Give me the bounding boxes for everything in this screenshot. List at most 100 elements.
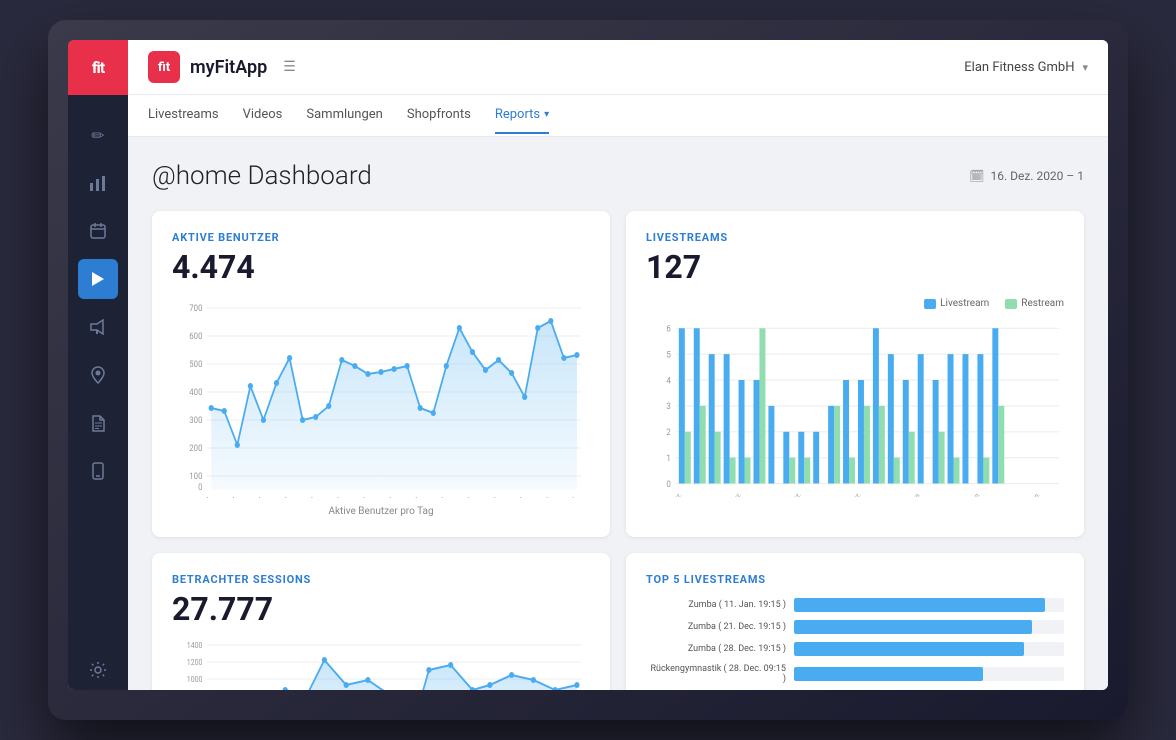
svg-text:3. Jan.: 3. Jan. [430,493,448,498]
legend-livestream: Livestream [924,298,989,309]
svg-text:1200: 1200 [187,658,203,668]
svg-text:300: 300 [189,416,202,427]
calendar-icon: 🗓 [969,169,984,183]
legend-restream-label: Restream [1021,298,1064,309]
tab-livestreams[interactable]: Livestreams [148,97,219,134]
app-name: myFitApp [190,57,267,78]
settings-icon[interactable] [78,650,118,690]
livestreams-value: 127 [646,248,1064,286]
svg-text:400: 400 [189,388,202,399]
calendar-icon[interactable] [78,211,118,251]
svg-text:30. Dez.: 30. Dez. [375,493,396,498]
svg-text:28. Dez.: 28. Dez. [349,493,370,498]
svg-text:1400: 1400 [187,641,203,651]
megaphone-icon[interactable] [78,307,118,347]
tab-reports[interactable]: Reports ▾ [495,97,549,134]
svg-text:20. Dez.: 20. Dez. [244,493,265,498]
svg-text:5. Jan.: 5. Jan. [964,490,982,497]
svg-text:16. Dez.: 16. Dez. [663,490,684,497]
location-icon[interactable] [78,355,118,395]
aktive-benutzer-value: 4.474 [172,248,590,286]
svg-text:700: 700 [189,304,202,315]
svg-text:1000: 1000 [187,675,203,685]
tab-videos[interactable]: Videos [243,97,283,134]
hbar-row-4: Rückengymnastik ( 28. Dec. 09:15 ) [646,664,1064,684]
nav-tabs: Livestreams Videos Sammlungen Shopfronts… [128,95,1108,137]
hbar-row-1: Zumba ( 11. Jan. 19:15 ) [646,598,1064,612]
legend-livestream-color [924,299,936,309]
svg-text:11. Jan.: 11. Jan. [532,493,553,498]
svg-text:24. Dez.: 24. Dez. [296,493,317,498]
svg-text:0: 0 [198,483,203,494]
livestreams-card: LIVESTREAMS 127 Livestream Restream [626,211,1084,537]
play-icon[interactable] [78,259,118,299]
header: fit myFitApp ☰ Elan Fitness GmbH ▾ [128,40,1108,95]
svg-text:26. Dez.: 26. Dez. [322,493,343,498]
betrachter-value: 27.777 [172,590,590,628]
hbar-bar-2 [794,620,1032,634]
svg-text:16. Dez.: 16. Dez. [192,493,213,498]
svg-text:200: 200 [189,444,202,455]
hamburger-icon[interactable]: ☰ [283,59,296,75]
hbar-label-4: Rückengymnastik ( 28. Dec. 09:15 ) [646,664,786,684]
aktive-benutzer-chart-label: Aktive Benutzer pro Tag [172,506,590,517]
svg-text:20. Dez.: 20. Dez. [722,490,743,497]
svg-text:18. Dez.: 18. Dez. [218,493,239,498]
svg-text:500: 500 [189,360,202,371]
hbar-label-1: Zumba ( 11. Jan. 19:15 ) [646,600,786,610]
org-dropdown-icon[interactable]: ▾ [1082,61,1088,74]
legend-livestream-label: Livestream [940,298,989,309]
legend-restream-color [1005,299,1017,309]
svg-text:5: 5 [666,350,671,361]
svg-text:24. Dez.: 24. Dez. [782,490,803,497]
svg-text:28. Dez.: 28. Dez. [842,490,863,497]
betrachter-sessions-card: BETRACHTER SESSIONS 27.777 [152,553,610,690]
svg-text:22. Dez.: 22. Dez. [270,493,291,498]
organization-name: Elan Fitness GmbH [964,60,1074,75]
legend-restream: Restream [1005,298,1064,309]
pencil-icon[interactable]: ✏ [78,115,118,155]
hbar-label-3: Zumba ( 28. Dec. 19:15 ) [646,644,786,654]
file-icon[interactable] [78,403,118,443]
date-range[interactable]: 🗓 16. Dez. 2020 – 1 [969,169,1084,183]
tab-sammlungen[interactable]: Sammlungen [306,97,382,134]
header-right: Elan Fitness GmbH ▾ [964,60,1088,75]
svg-text:5. Jan.: 5. Jan. [456,493,474,498]
betrachter-chart: 1400 1200 1000 800 600 400 200 0 [172,640,590,690]
hbar-row-2: Zumba ( 21. Dec. 19:15 ) [646,620,1064,634]
mobile-icon[interactable] [78,451,118,491]
livestreams-bar-chart: 6 5 4 3 2 1 0 [646,317,1064,501]
hbar-bar-1 [794,598,1045,612]
svg-text:600: 600 [189,332,202,343]
hbar-bar-3 [794,642,1024,656]
svg-text:7. Jan.: 7. Jan. [482,493,500,498]
main-area: fit myFitApp ☰ Elan Fitness GmbH ▾ Lives… [128,40,1108,690]
hbar-container-2 [794,620,1064,634]
aktive-benutzer-card: AKTIVE BENUTZER 4.474 [152,211,610,537]
livestreams-title: LIVESTREAMS [646,231,1064,244]
hbar-container-3 [794,642,1064,656]
top5-title: TOP 5 LIVESTREAMS [646,573,1064,586]
screen: fit ✏ [68,40,1108,690]
laptop-frame: fit ✏ [48,20,1128,720]
hbar-label-2: Zumba ( 21. Dec. 19:15 ) [646,622,786,632]
tab-shopfronts[interactable]: Shopfronts [407,97,471,134]
top5-card: TOP 5 LIVESTREAMS Zumba ( 11. Jan. 19:15… [626,553,1084,690]
header-logo: fit [148,51,180,83]
top5-bars: Zumba ( 11. Jan. 19:15 ) Zumba ( 21. Dec… [646,598,1064,690]
svg-text:3: 3 [666,402,671,413]
hbar-container-1 [794,598,1064,612]
bar-chart-icon[interactable] [78,163,118,203]
page-header: @home Dashboard 🗓 16. Dez. 2020 – 1 [152,161,1084,191]
sidebar-logo: fit [68,40,128,95]
sidebar-icons-container: ✏ [78,95,118,690]
page-content: @home Dashboard 🗓 16. Dez. 2020 – 1 AKTI… [128,137,1108,690]
header-brand: fit myFitApp ☰ [148,51,964,83]
betrachter-title: BETRACHTER SESSIONS [172,573,590,586]
page-title: @home Dashboard [152,161,372,191]
hbar-bar-4 [794,667,983,681]
svg-text:4: 4 [666,376,671,387]
svg-text:6: 6 [666,324,671,335]
svg-text:9. Jan.: 9. Jan. [508,493,526,498]
hbar-row-3: Zumba ( 28. Dec. 19:15 ) [646,642,1064,656]
